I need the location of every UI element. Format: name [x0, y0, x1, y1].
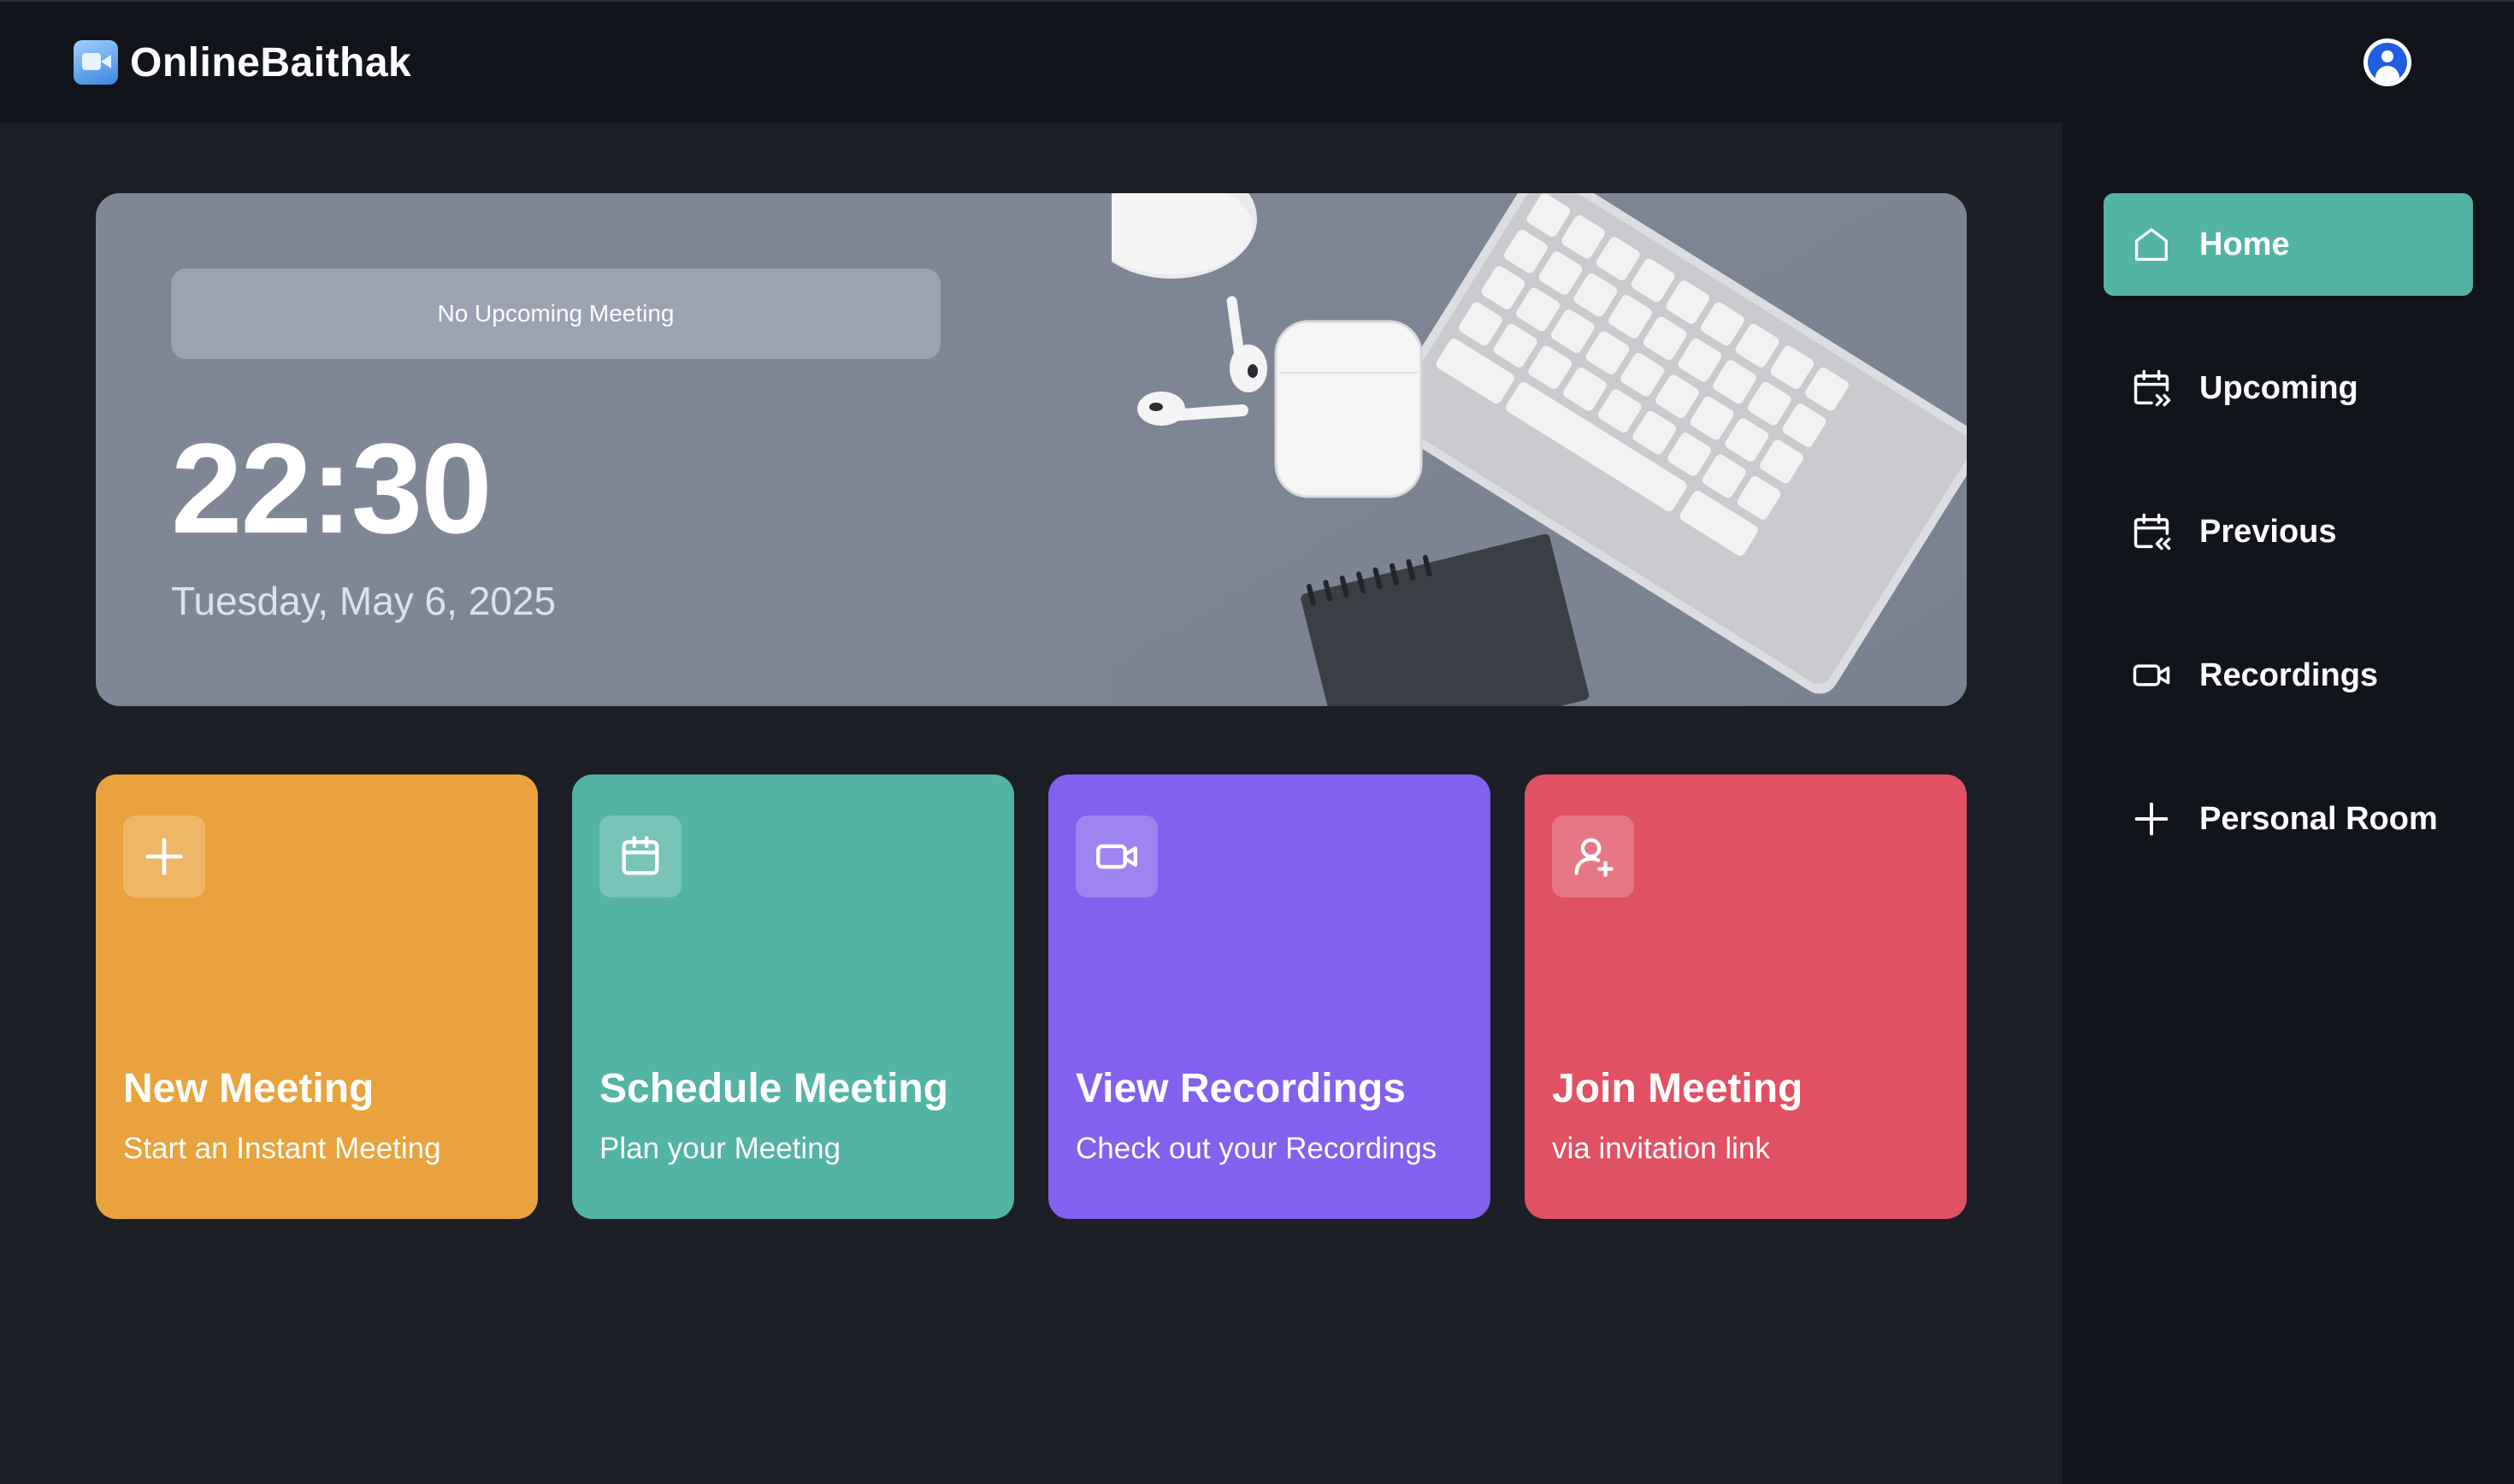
user-avatar-icon[interactable] — [2364, 38, 2411, 86]
card-subtitle: via invitation link — [1552, 1132, 1770, 1165]
card-subtitle: Check out your Recordings — [1076, 1132, 1437, 1165]
card-title: New Meeting — [123, 1066, 375, 1111]
sidebar-item-label: Personal Room — [2199, 800, 2438, 837]
video-icon — [2133, 664, 2170, 686]
action-cards: New Meeting Start an Instant Meeting Sch… — [96, 774, 1967, 1219]
sidebar-item-previous[interactable]: Previous — [2104, 480, 2473, 583]
calendar-forward-icon — [2133, 369, 2171, 407]
new-meeting-card[interactable]: New Meeting Start an Instant Meeting — [96, 774, 538, 1219]
card-title: View Recordings — [1076, 1066, 1406, 1111]
main-content: No Upcoming Meeting 22:30 Tuesday, May 6… — [0, 123, 2063, 1484]
app-name: OnlineBaithak — [130, 39, 412, 85]
card-subtitle: Start an Instant Meeting — [123, 1132, 441, 1165]
current-date: Tuesday, May 6, 2025 — [171, 579, 557, 623]
brand[interactable]: OnlineBaithak — [74, 39, 411, 86]
sidebar-item-label: Home — [2199, 226, 2290, 262]
plus-icon — [2134, 802, 2169, 836]
sidebar-item-label: Previous — [2199, 513, 2337, 550]
card-title: Join Meeting — [1552, 1066, 1803, 1111]
sidebar-item-recordings[interactable]: Recordings — [2104, 624, 2473, 727]
hero-banner: No Upcoming Meeting 22:30 Tuesday, May 6… — [96, 193, 1967, 706]
video-icon — [1076, 816, 1158, 898]
schedule-meeting-card[interactable]: Schedule Meeting Plan your Meeting — [572, 774, 1014, 1219]
sidebar-item-personal-room[interactable]: Personal Room — [2104, 768, 2473, 870]
desk-photo — [1112, 193, 1967, 706]
current-time: 22:30 — [171, 416, 493, 560]
sidebar-item-label: Upcoming — [2199, 369, 2358, 406]
sidebar: Home Upcoming Previous Recordings Person… — [2063, 123, 2514, 1484]
logo-video-icon — [74, 40, 118, 85]
home-icon — [2135, 228, 2168, 261]
upcoming-meeting-banner: No Upcoming Meeting — [171, 268, 941, 359]
sidebar-item-upcoming[interactable]: Upcoming — [2104, 337, 2473, 439]
calendar-back-icon — [2133, 513, 2171, 551]
card-title: Schedule Meeting — [599, 1066, 949, 1111]
plus-icon — [123, 816, 205, 898]
sidebar-item-home[interactable]: Home — [2104, 193, 2473, 296]
sidebar-item-label: Recordings — [2199, 657, 2379, 693]
join-meeting-card[interactable]: Join Meeting via invitation link — [1525, 774, 1967, 1219]
card-subtitle: Plan your Meeting — [599, 1132, 841, 1165]
top-bar: OnlineBaithak — [0, 0, 2514, 123]
calendar-icon — [599, 816, 682, 898]
view-recordings-card[interactable]: View Recordings Check out your Recording… — [1048, 774, 1490, 1219]
user-plus-icon — [1552, 816, 1634, 898]
